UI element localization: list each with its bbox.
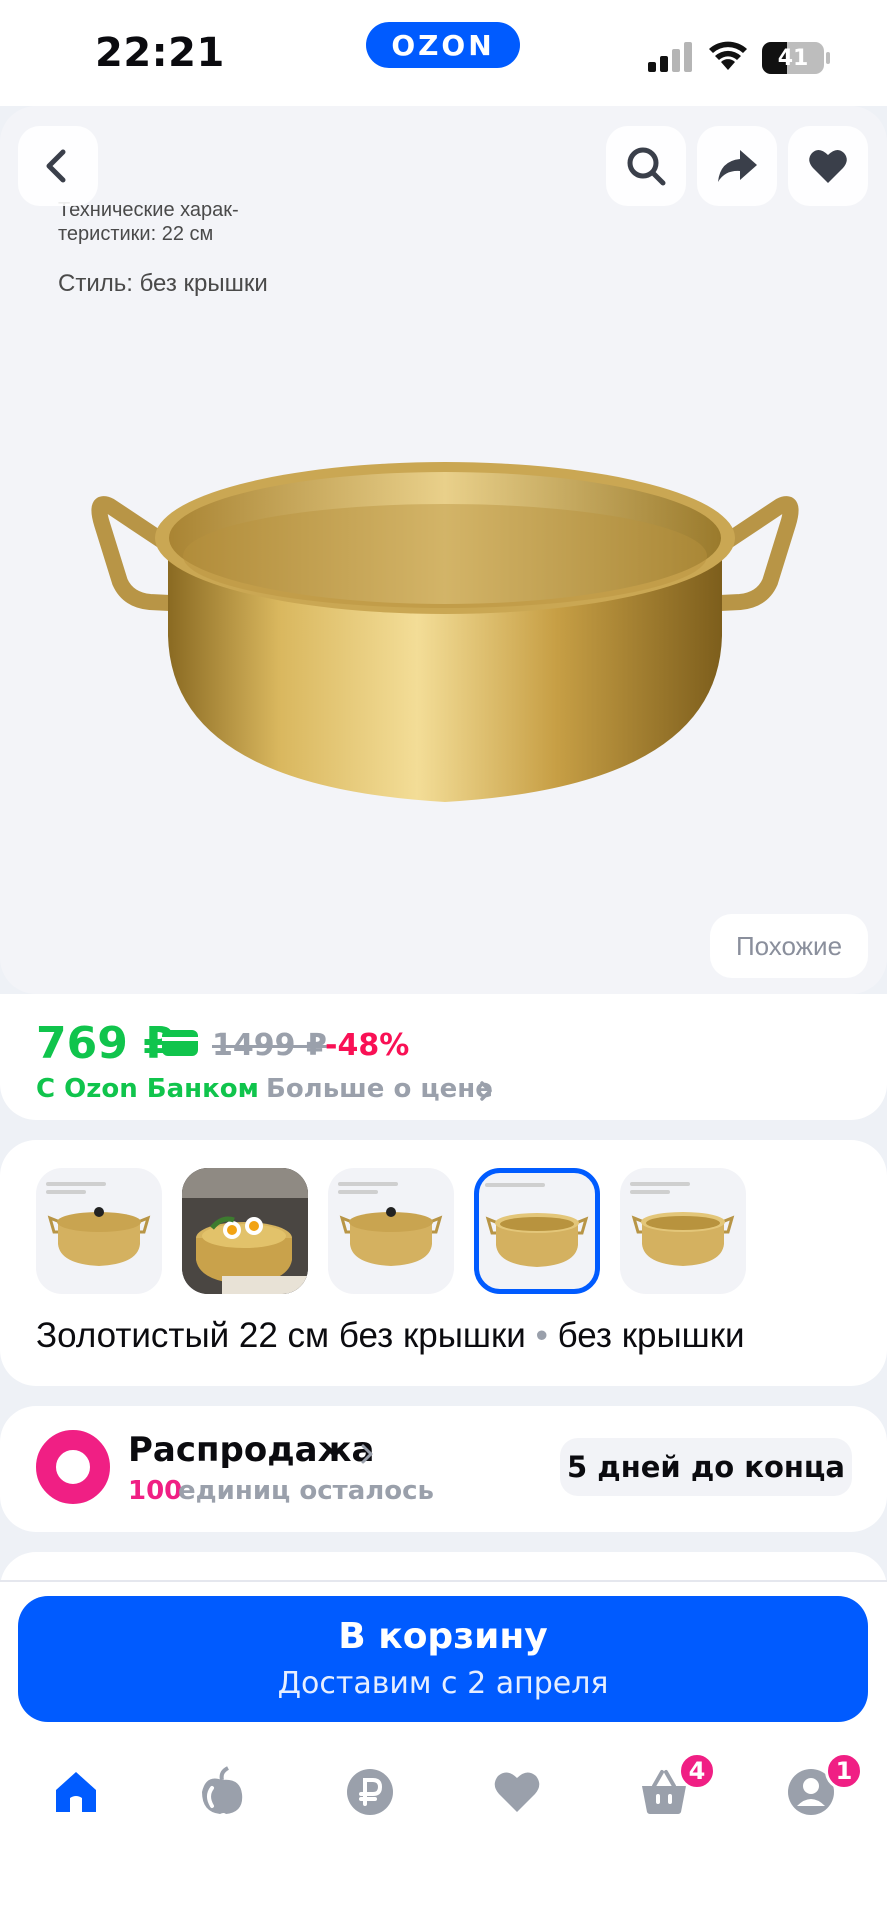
product-image-pot[interactable] [80,406,810,826]
pot-no-lid-image [485,1213,589,1267]
bank-card-icon [162,1030,198,1056]
price-card: 769 ₽ 1499 ₽ -48% С Ozon Банком Больше о… [0,994,887,1120]
similar-button[interactable]: Похожие [710,914,868,978]
pot-no-lid-image [631,1212,735,1266]
image-style-text: Стиль: без крышки [58,270,268,297]
product-gallery[interactable]: Технические харак- теристики: 22 см Стил… [0,106,887,994]
variant-thumb[interactable] [620,1168,746,1294]
chevron-left-icon [46,149,66,183]
price-discount: -48% [325,1028,410,1063]
price-current: 769 ₽ [36,1018,174,1069]
ozon-bank-label[interactable]: С Ozon Банком [36,1074,259,1104]
apple-icon [202,1766,243,1814]
tab-fresh[interactable] [192,1762,252,1822]
ramen-photo-image [182,1168,308,1294]
search-button[interactable] [606,126,686,206]
variants-card: Золотистый 22 см без крышки • без крышки [0,1140,887,1386]
variant-thumb[interactable] [328,1168,454,1294]
sale-count-label: единиц осталось [178,1476,435,1506]
chevron-right-icon [480,1081,492,1101]
sale-title[interactable]: Распродажа [128,1430,374,1470]
days-left-badge: 5 дней до конца [560,1438,852,1496]
bottom-panel: В корзину Доставим с 2 апреля [0,1580,887,1920]
status-time: 22:21 [95,30,225,76]
variant-title-main: Золотистый 22 см без крышки [36,1316,526,1355]
sale-ring-icon [36,1430,110,1504]
tab-home[interactable] [46,1762,106,1822]
status-bar: 22:21 OZON 41 [0,0,887,106]
battery-icon: 41 [762,42,832,74]
variant-thumb[interactable] [182,1168,308,1294]
pot-with-lid-image [339,1207,443,1266]
variant-thumb[interactable] [36,1168,162,1294]
search-icon [627,147,666,186]
back-button[interactable] [18,126,98,206]
profile-notification-badge: 1 [825,1752,863,1790]
variant-title-extra: без крышки [557,1316,745,1355]
share-icon [718,150,757,182]
battery-level: 41 [777,45,809,71]
more-about-price-link[interactable]: Больше о цене [266,1074,493,1104]
tab-favorites[interactable] [487,1762,547,1822]
tab-cart[interactable]: 4 [634,1752,716,1822]
add-to-cart-label: В корзину [338,1616,548,1657]
cart-count-badge: 4 [678,1752,716,1790]
tab-finance[interactable] [340,1762,400,1822]
heart-icon [809,149,847,183]
add-to-cart-button[interactable]: В корзину Доставим с 2 апреля [18,1596,868,1722]
delivery-date-label: Доставим с 2 апреля [277,1666,609,1701]
ozon-logo[interactable]: OZON [366,22,520,68]
sale-card[interactable]: Распродажа 100 единиц осталось 5 дней до… [0,1406,887,1532]
variant-title-separator: • [535,1316,548,1355]
sale-count: 100 [128,1476,183,1506]
signal-icon [648,42,692,72]
heart-icon [494,1772,540,1812]
pot-with-lid-image [47,1207,151,1266]
chevron-right-icon [361,1444,373,1464]
home-icon [56,1772,96,1812]
variant-title: Золотистый 22 см без крышки • без крышки [36,1316,745,1356]
price-old: 1499 ₽ [212,1028,327,1063]
variant-thumb-selected[interactable] [474,1168,600,1294]
image-spec-text: Технические харак- теристики: 22 см [58,199,239,245]
share-button[interactable] [697,126,777,206]
favorite-button[interactable] [788,126,868,206]
wifi-icon [709,41,747,70]
tab-profile[interactable]: 1 [781,1752,863,1822]
ruble-icon [347,1769,393,1815]
